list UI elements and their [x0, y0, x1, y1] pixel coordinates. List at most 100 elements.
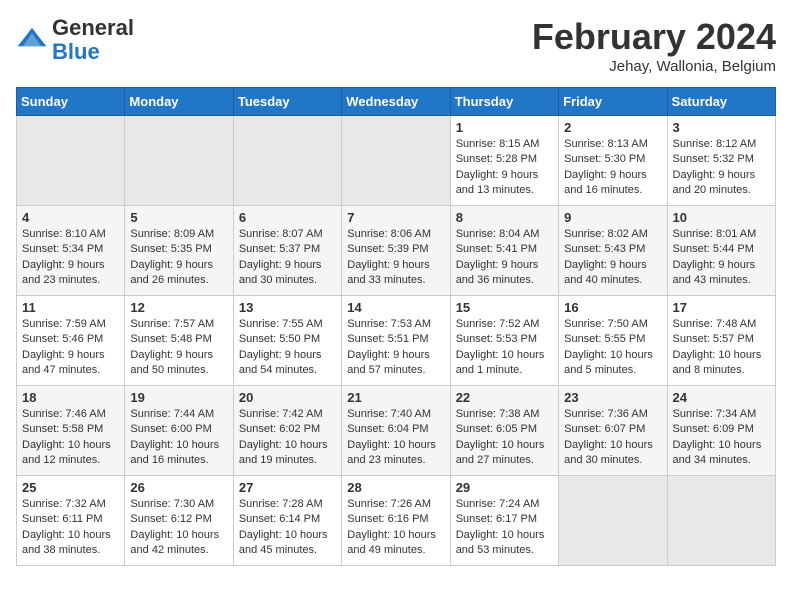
day-info: Sunrise: 8:04 AM Sunset: 5:41 PM Dayligh… [456, 227, 553, 289]
day-info: Sunrise: 7:26 AM Sunset: 6:16 PM Dayligh… [347, 497, 444, 559]
calendar-row: 1 Sunrise: 8:15 AM Sunset: 5:28 PM Daylig… [17, 116, 776, 206]
day-info: Sunrise: 7:24 AM Sunset: 6:17 PM Dayligh… [456, 497, 553, 559]
day-number: 28 [347, 480, 444, 495]
calendar-cell: 20 Sunrise: 7:42 AM Sunset: 6:02 PM Dayli… [233, 386, 341, 476]
calendar-cell [667, 476, 775, 566]
day-number: 16 [564, 300, 661, 315]
header-day: Saturday [667, 88, 775, 116]
day-number: 15 [456, 300, 553, 315]
day-number: 13 [239, 300, 336, 315]
header-day: Friday [559, 88, 667, 116]
calendar-cell: 21 Sunrise: 7:40 AM Sunset: 6:04 PM Dayli… [342, 386, 450, 476]
day-info: Sunrise: 7:36 AM Sunset: 6:07 PM Dayligh… [564, 407, 661, 469]
title-block: February 2024 Jehay, Wallonia, Belgium [532, 16, 776, 75]
day-info: Sunrise: 8:01 AM Sunset: 5:44 PM Dayligh… [673, 227, 770, 289]
day-info: Sunrise: 8:02 AM Sunset: 5:43 PM Dayligh… [564, 227, 661, 289]
day-number: 6 [239, 210, 336, 225]
logo-general: General [52, 15, 134, 40]
calendar-cell: 12 Sunrise: 7:57 AM Sunset: 5:48 PM Dayli… [125, 296, 233, 386]
day-number: 5 [130, 210, 227, 225]
day-number: 4 [22, 210, 119, 225]
day-info: Sunrise: 7:59 AM Sunset: 5:46 PM Dayligh… [22, 317, 119, 379]
calendar-cell: 15 Sunrise: 7:52 AM Sunset: 5:53 PM Dayli… [450, 296, 558, 386]
day-info: Sunrise: 7:53 AM Sunset: 5:51 PM Dayligh… [347, 317, 444, 379]
calendar-cell: 14Sunrise: 7:53 AM Sunset: 5:51 PM Dayli… [342, 296, 450, 386]
calendar-cell: 22 Sunrise: 7:38 AM Sunset: 6:05 PM Dayli… [450, 386, 558, 476]
day-info: Sunrise: 8:09 AM Sunset: 5:35 PM Dayligh… [130, 227, 227, 289]
day-info: Sunrise: 7:30 AM Sunset: 6:12 PM Dayligh… [130, 497, 227, 559]
calendar-cell: 23 Sunrise: 7:36 AM Sunset: 6:07 PM Dayli… [559, 386, 667, 476]
header-day: Sunday [17, 88, 125, 116]
day-number: 11 [22, 300, 119, 315]
calendar-cell [342, 116, 450, 206]
day-number: 1 [456, 120, 553, 135]
day-number: 25 [22, 480, 119, 495]
day-number: 18 [22, 390, 119, 405]
calendar-cell: 13 Sunrise: 7:55 AM Sunset: 5:50 PM Dayli… [233, 296, 341, 386]
day-number: 12 [130, 300, 227, 315]
day-number: 21 [347, 390, 444, 405]
day-number: 19 [130, 390, 227, 405]
day-info: Sunrise: 7:46 AM Sunset: 5:58 PM Dayligh… [22, 407, 119, 469]
day-number: 26 [130, 480, 227, 495]
calendar-cell: 11 Sunrise: 7:59 AM Sunset: 5:46 PM Dayli… [17, 296, 125, 386]
day-info: Sunrise: 7:28 AM Sunset: 6:14 PM Dayligh… [239, 497, 336, 559]
logo-text: General Blue [52, 16, 134, 64]
day-info: Sunrise: 7:42 AM Sunset: 6:02 PM Dayligh… [239, 407, 336, 469]
month-title: February 2024 [532, 16, 776, 58]
day-info: Sunrise: 7:55 AM Sunset: 5:50 PM Dayligh… [239, 317, 336, 379]
calendar-cell: 24 Sunrise: 7:34 AM Sunset: 6:09 PM Dayli… [667, 386, 775, 476]
location: Jehay, Wallonia, Belgium [532, 58, 776, 75]
calendar-cell: 28 Sunrise: 7:26 AM Sunset: 6:16 PM Dayli… [342, 476, 450, 566]
calendar-cell: 8 Sunrise: 8:04 AM Sunset: 5:41 PM Daylig… [450, 206, 558, 296]
calendar-cell [233, 116, 341, 206]
calendar-row: 11 Sunrise: 7:59 AM Sunset: 5:46 PM Dayli… [17, 296, 776, 386]
calendar-cell [559, 476, 667, 566]
day-info: Sunrise: 8:15 AM Sunset: 5:28 PM Dayligh… [456, 137, 553, 199]
day-number: 24 [673, 390, 770, 405]
day-number: 20 [239, 390, 336, 405]
calendar-cell: 27 Sunrise: 7:28 AM Sunset: 6:14 PM Dayli… [233, 476, 341, 566]
day-number: 8 [456, 210, 553, 225]
calendar-table: SundayMondayTuesdayWednesdayThursdayFrid… [16, 87, 776, 566]
day-info: Sunrise: 7:48 AM Sunset: 5:57 PM Dayligh… [673, 317, 770, 379]
header-day: Thursday [450, 88, 558, 116]
calendar-cell: 19Sunrise: 7:44 AM Sunset: 6:00 PM Dayli… [125, 386, 233, 476]
day-info: Sunrise: 8:06 AM Sunset: 5:39 PM Dayligh… [347, 227, 444, 289]
calendar-cell: 10 Sunrise: 8:01 AM Sunset: 5:44 PM Dayli… [667, 206, 775, 296]
day-info: Sunrise: 7:34 AM Sunset: 6:09 PM Dayligh… [673, 407, 770, 469]
day-number: 27 [239, 480, 336, 495]
day-number: 7 [347, 210, 444, 225]
calendar-cell: 7 Sunrise: 8:06 AM Sunset: 5:39 PM Daylig… [342, 206, 450, 296]
calendar-row: 4Sunrise: 8:10 AM Sunset: 5:34 PM Daylig… [17, 206, 776, 296]
logo-icon [16, 24, 48, 56]
day-number: 9 [564, 210, 661, 225]
calendar-cell: 29 Sunrise: 7:24 AM Sunset: 6:17 PM Dayli… [450, 476, 558, 566]
day-number: 29 [456, 480, 553, 495]
day-info: Sunrise: 7:52 AM Sunset: 5:53 PM Dayligh… [456, 317, 553, 379]
calendar-cell: 4Sunrise: 8:10 AM Sunset: 5:34 PM Daylig… [17, 206, 125, 296]
calendar-cell: 1 Sunrise: 8:15 AM Sunset: 5:28 PM Daylig… [450, 116, 558, 206]
day-info: Sunrise: 7:57 AM Sunset: 5:48 PM Dayligh… [130, 317, 227, 379]
header-row: SundayMondayTuesdayWednesdayThursdayFrid… [17, 88, 776, 116]
logo-blue: Blue [52, 39, 100, 64]
calendar-cell: 2 Sunrise: 8:13 AM Sunset: 5:30 PM Daylig… [559, 116, 667, 206]
header-day: Tuesday [233, 88, 341, 116]
day-number: 2 [564, 120, 661, 135]
calendar-cell: 9 Sunrise: 8:02 AM Sunset: 5:43 PM Daylig… [559, 206, 667, 296]
calendar-cell: 6Sunrise: 8:07 AM Sunset: 5:37 PM Daylig… [233, 206, 341, 296]
day-info: Sunrise: 8:13 AM Sunset: 5:30 PM Dayligh… [564, 137, 661, 199]
day-number: 10 [673, 210, 770, 225]
calendar-row: 18 Sunrise: 7:46 AM Sunset: 5:58 PM Dayli… [17, 386, 776, 476]
day-info: Sunrise: 7:40 AM Sunset: 6:04 PM Dayligh… [347, 407, 444, 469]
day-number: 22 [456, 390, 553, 405]
day-number: 23 [564, 390, 661, 405]
calendar-cell: 17 Sunrise: 7:48 AM Sunset: 5:57 PM Dayli… [667, 296, 775, 386]
day-info: Sunrise: 7:50 AM Sunset: 5:55 PM Dayligh… [564, 317, 661, 379]
day-info: Sunrise: 8:12 AM Sunset: 5:32 PM Dayligh… [673, 137, 770, 199]
day-number: 3 [673, 120, 770, 135]
day-info: Sunrise: 7:38 AM Sunset: 6:05 PM Dayligh… [456, 407, 553, 469]
calendar-cell: 18 Sunrise: 7:46 AM Sunset: 5:58 PM Dayli… [17, 386, 125, 476]
calendar-cell: 5 Sunrise: 8:09 AM Sunset: 5:35 PM Daylig… [125, 206, 233, 296]
day-number: 17 [673, 300, 770, 315]
